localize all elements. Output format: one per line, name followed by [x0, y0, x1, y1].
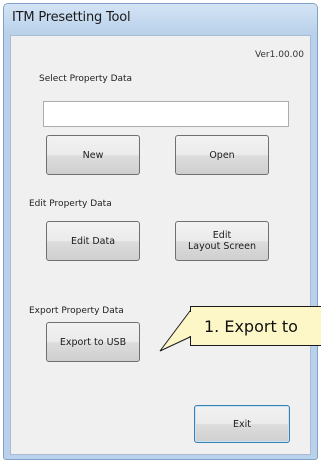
select-property-data-label: Select Property Data: [39, 74, 133, 84]
main-panel: Ver1.00.00 Select Property Data New Open…: [10, 35, 311, 455]
open-button[interactable]: Open: [175, 135, 269, 175]
property-path-field[interactable]: [43, 101, 289, 127]
annotation-callout: 1. Export to: [190, 306, 321, 346]
export-to-usb-button[interactable]: Export to USB: [46, 322, 140, 362]
new-button[interactable]: New: [46, 135, 140, 175]
edit-data-button[interactable]: Edit Data: [46, 221, 140, 261]
title-bar[interactable]: ITM Presetting Tool: [4, 4, 317, 34]
callout-text: 1. Export to: [204, 316, 298, 336]
window-title: ITM Presetting Tool: [12, 10, 131, 25]
edit-property-data-label: Edit Property Data: [29, 199, 112, 209]
export-property-data-label: Export Property Data: [29, 306, 124, 316]
app-window: ITM Presetting Tool Ver1.00.00 Select Pr…: [3, 3, 318, 460]
version-label: Ver1.00.00: [254, 50, 304, 60]
exit-button[interactable]: Exit: [194, 405, 290, 443]
edit-layout-screen-button[interactable]: Edit Layout Screen: [175, 221, 269, 261]
